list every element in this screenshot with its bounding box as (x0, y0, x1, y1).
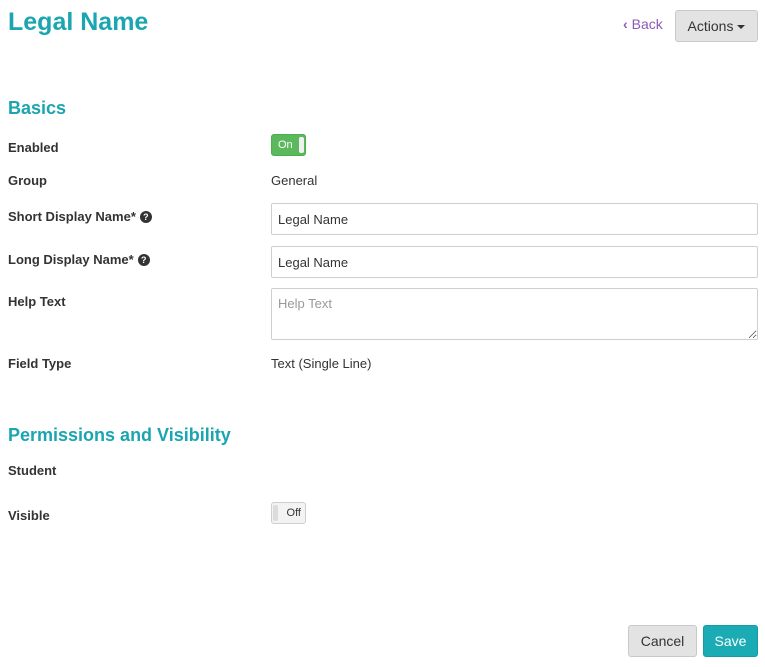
short-display-name-input[interactable] (271, 203, 758, 235)
help-text-label-text: Help Text (8, 294, 66, 309)
help-text-label: Help Text (8, 294, 66, 309)
short-display-name-label: Short Display Name* ? (8, 209, 152, 224)
question-circle-icon[interactable]: ? (137, 253, 150, 266)
actions-dropdown-button[interactable]: Actions (675, 10, 758, 42)
save-button[interactable]: Save (703, 625, 758, 657)
enabled-label: Enabled (8, 140, 59, 155)
field-type-label-text: Field Type (8, 356, 72, 371)
caret-down-icon (737, 25, 746, 29)
basics-section-title: Basics (8, 98, 67, 118)
long-display-name-label-text: Long Display Name* (8, 252, 134, 267)
student-label: Student (8, 463, 56, 478)
group-label: Group (8, 173, 47, 188)
back-label: Back (631, 16, 663, 32)
visible-label-text: Visible (8, 508, 50, 523)
permissions-section-title: Permissions and Visibility (8, 425, 231, 445)
short-display-name-label-text: Short Display Name* (8, 209, 136, 224)
field-type-label: Field Type (8, 356, 71, 371)
long-display-name-input[interactable] (271, 246, 758, 278)
visible-toggle[interactable]: Off (271, 502, 306, 524)
student-label-text: Student (8, 463, 57, 478)
enabled-toggle[interactable]: On (271, 134, 306, 156)
chevron-left-icon: ‹ (623, 16, 628, 32)
group-label-text: Group (8, 173, 47, 188)
enabled-label-text: Enabled (8, 140, 59, 155)
page-title: Legal Name (8, 8, 149, 36)
visible-label: Visible (8, 508, 50, 523)
visible-toggle-text: Off (286, 507, 301, 519)
group-value: General (271, 173, 318, 188)
help-text-textarea[interactable] (271, 288, 758, 340)
actions-label: Actions (687, 18, 734, 34)
question-circle-icon[interactable]: ? (139, 210, 152, 223)
toggle-knob (273, 505, 278, 521)
back-link[interactable]: ‹ Back (623, 16, 663, 32)
enabled-toggle-text: On (278, 139, 293, 151)
cancel-button[interactable]: Cancel (628, 625, 697, 657)
long-display-name-label: Long Display Name* ? (8, 252, 150, 267)
field-type-value: Text (Single Line) (271, 356, 372, 371)
toggle-knob (299, 137, 304, 153)
